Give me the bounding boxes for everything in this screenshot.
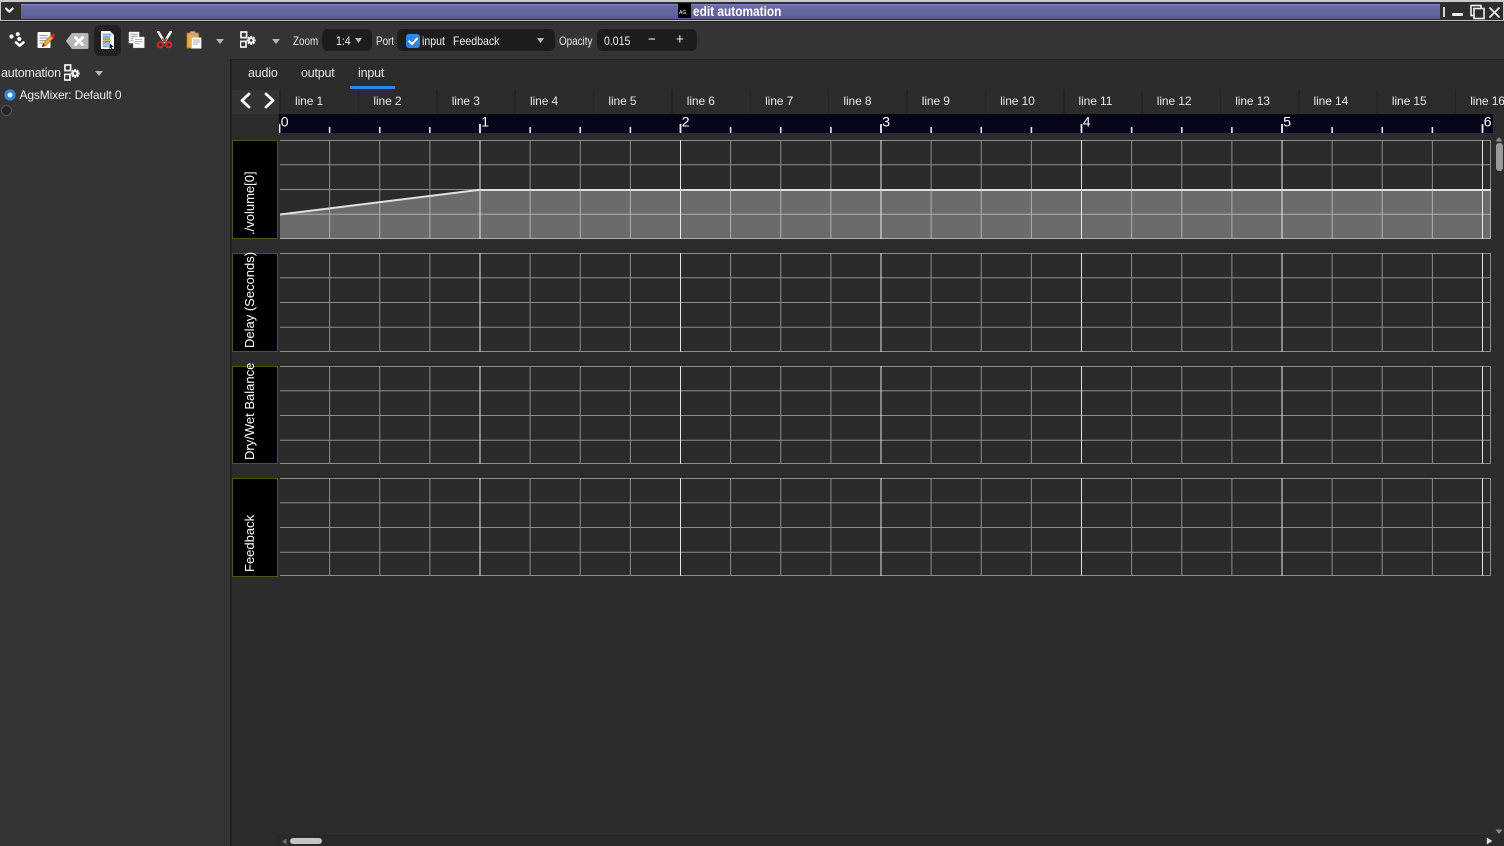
svg-text:4: 4 [1083, 114, 1091, 130]
svg-text:6: 6 [1484, 114, 1492, 130]
svg-text:5: 5 [1283, 114, 1291, 130]
svg-text:AG: AG [679, 10, 686, 16]
svg-text:0: 0 [281, 114, 289, 130]
svg-text:1: 1 [481, 114, 489, 130]
svg-text:3: 3 [882, 114, 890, 130]
svg-text:2: 2 [682, 114, 690, 130]
